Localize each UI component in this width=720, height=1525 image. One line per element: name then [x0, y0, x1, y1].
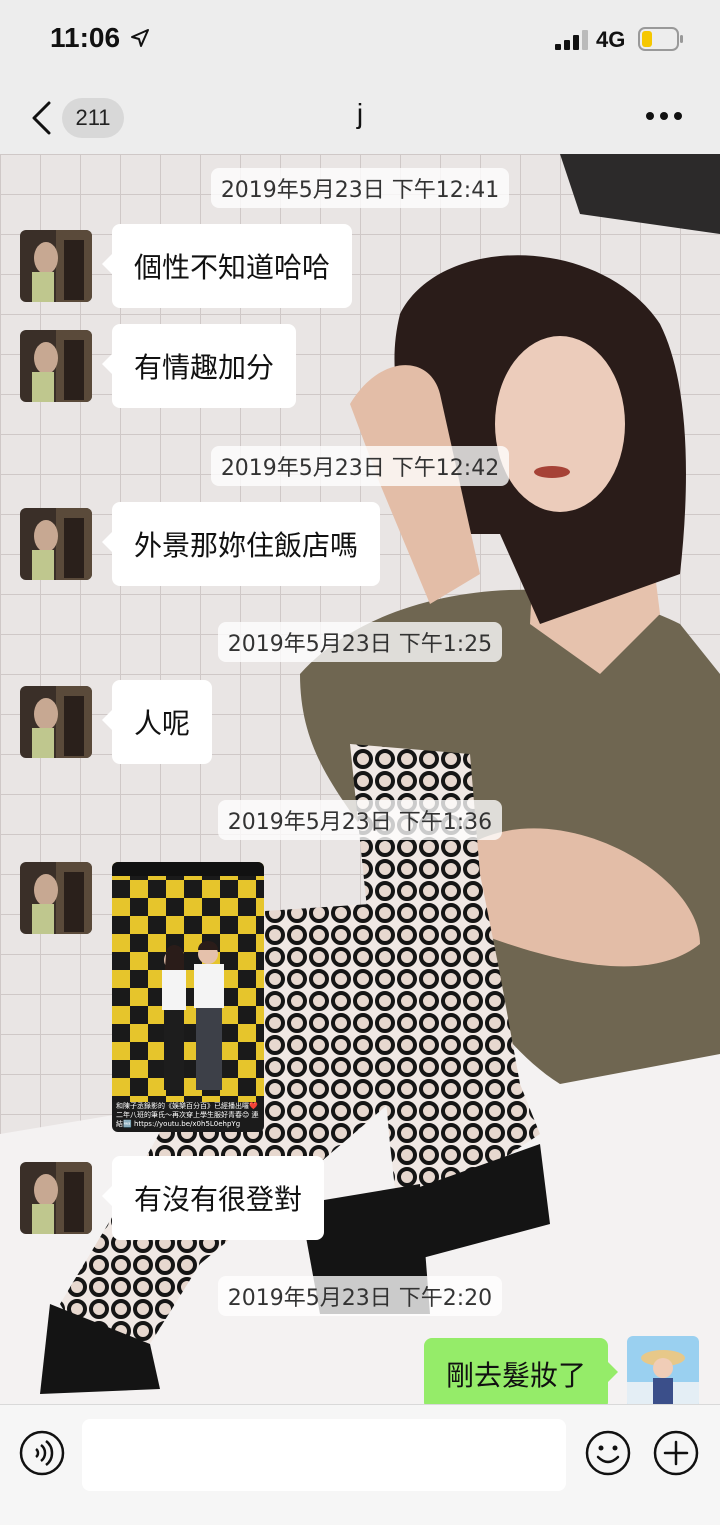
voice-icon[interactable] [18, 1429, 66, 1477]
battery-icon [638, 27, 683, 51]
nav-bar: 211 j [0, 80, 720, 154]
message-bubble[interactable]: 人呢 [101, 680, 213, 764]
image-caption: 和陳子丞錄影的《娛樂百分百》已經播出囉❤️ 二年八班的筆氏～再次穿上學生服好青春… [116, 1102, 259, 1128]
message-bubble-outgoing[interactable]: 剛去髮妝了 [423, 1338, 619, 1404]
status-time: 11:06 [50, 22, 121, 53]
message-bubble[interactable]: 外景那妳住飯店嗎 [101, 502, 381, 586]
message-input[interactable] [82, 1419, 566, 1491]
contact-avatar[interactable] [20, 330, 92, 402]
chat-wallpaper [0, 154, 720, 1404]
timestamp: 2019年5月23日 下午1:36 [0, 800, 720, 840]
contact-avatar[interactable] [20, 230, 92, 302]
contact-avatar[interactable] [20, 686, 92, 758]
chat-area[interactable]: 2019年5月23日 下午12:41 個性不知道哈哈 有情趣加分 2019年5月… [0, 154, 720, 1404]
more-dots-icon[interactable] [644, 104, 684, 128]
message-bubble[interactable]: 有情趣加分 [101, 324, 297, 408]
network-label: 4G [596, 27, 626, 52]
timestamp: 2019年5月23日 下午1:25 [0, 622, 720, 662]
image-message[interactable]: 和陳子丞錄影的《娛樂百分百》已經播出囉❤️ 二年八班的筆氏～再次穿上學生服好青春… [112, 862, 264, 1132]
message-bubble[interactable]: 有沒有很登對 [101, 1156, 325, 1240]
contact-avatar[interactable] [20, 508, 92, 580]
shared-photo [112, 862, 264, 1102]
plus-icon[interactable] [652, 1429, 700, 1477]
contact-avatar[interactable] [20, 862, 92, 934]
location-arrow-icon [131, 29, 149, 47]
status-bar: 11:06 4G [0, 0, 720, 80]
chat-title: j [356, 98, 364, 129]
signal-icon [555, 30, 588, 50]
timestamp: 2019年5月23日 下午12:41 [0, 168, 720, 208]
message-bubble[interactable]: 個性不知道哈哈 [101, 224, 353, 308]
my-avatar[interactable] [627, 1336, 699, 1404]
timestamp: 2019年5月23日 下午2:20 [0, 1276, 720, 1316]
timestamp: 2019年5月23日 下午12:42 [0, 446, 720, 486]
contact-avatar[interactable] [20, 1162, 92, 1234]
emoji-icon[interactable] [584, 1429, 632, 1477]
input-bar [0, 1404, 720, 1525]
